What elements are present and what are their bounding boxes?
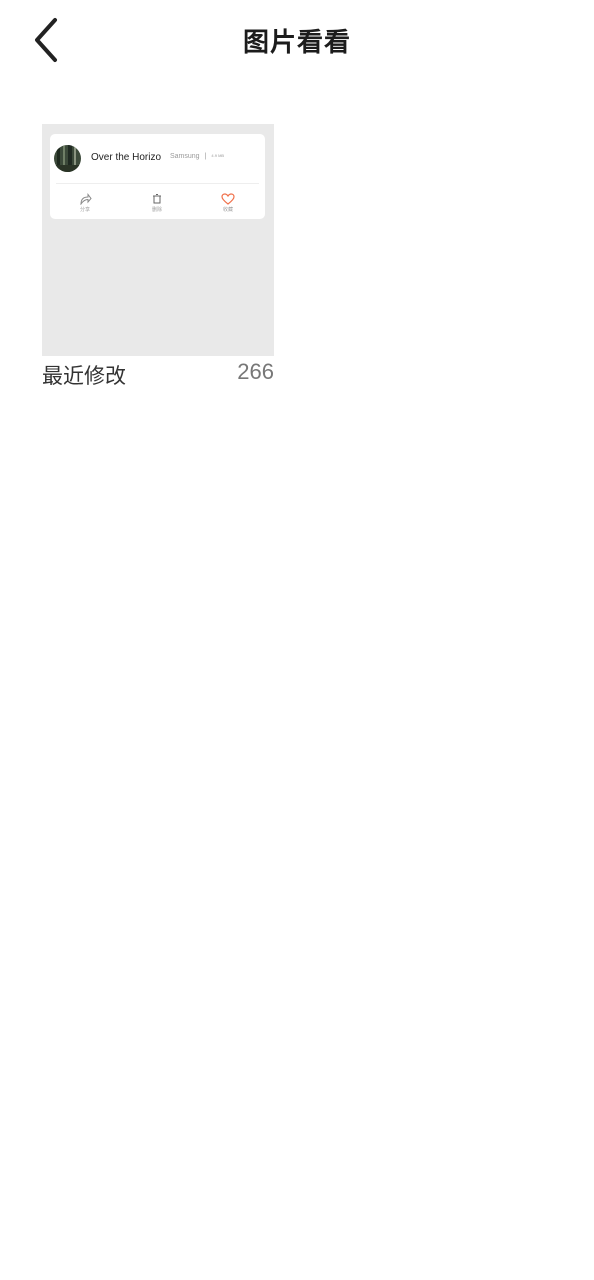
- thumbnail-action-share: 分享: [65, 190, 105, 213]
- thumbnail-action-favorite: 收藏: [208, 190, 248, 213]
- trash-icon: [153, 194, 161, 204]
- thumbnail-song-title: Over the Horizo: [91, 152, 162, 163]
- album-photo-count: 266: [237, 359, 274, 384]
- thumbnail-divider: [56, 183, 259, 184]
- album-thumbnail[interactable]: Over the Horizo Samsung | 4.9 MB 分享 删除 收…: [42, 124, 274, 356]
- thumbnail-action-label: 分享: [79, 207, 90, 213]
- album-name: 最近修改: [42, 364, 126, 388]
- heart-icon: [221, 193, 235, 205]
- album-caption: 最近修改 266: [42, 356, 274, 390]
- page-title: 图片看看: [242, 28, 351, 58]
- thumbnail-file-size: 4.9 MB: [211, 153, 225, 158]
- thumbnail-separator: |: [204, 153, 207, 160]
- album-item-recently-modified[interactable]: Over the Horizo Samsung | 4.9 MB 分享 删除 收…: [42, 124, 274, 390]
- thumbnail-song-meta: Samsung | 4.9 MB: [170, 153, 224, 160]
- thumbnail-action-delete: 删除: [137, 190, 177, 213]
- thumbnail-action-label: 收藏: [222, 207, 233, 213]
- thumbnail-artist: Samsung: [170, 153, 200, 160]
- share-icon: [79, 193, 92, 206]
- thumbnail-song-card: Over the Horizo Samsung | 4.9 MB 分享 删除 收…: [50, 134, 265, 219]
- thumbnail-action-label: 删除: [151, 207, 162, 213]
- album-cover-image: [54, 145, 81, 172]
- header-bar: 图片看看: [0, 0, 594, 84]
